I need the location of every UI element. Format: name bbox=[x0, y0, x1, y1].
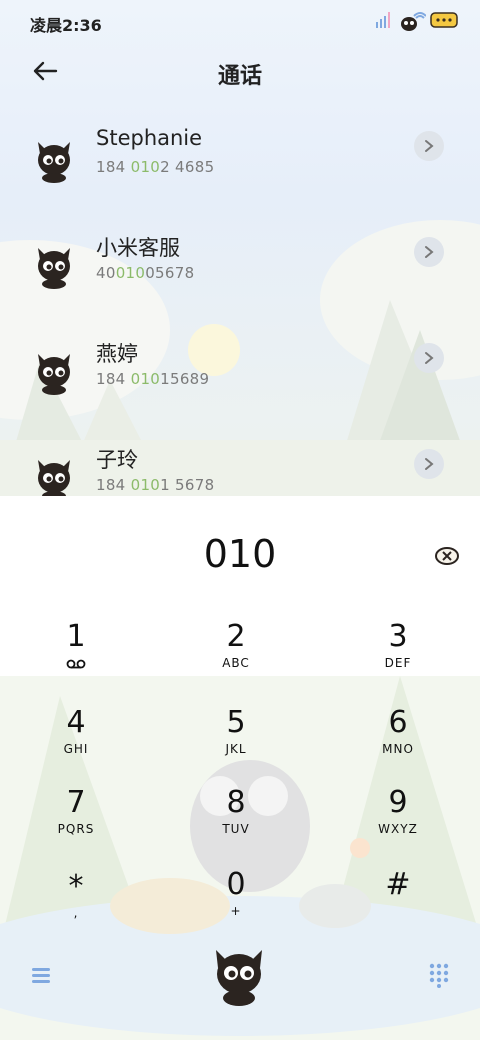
key-letters: MNO bbox=[382, 742, 414, 756]
contact-name: 子玲 bbox=[96, 448, 138, 472]
contact-detail-button[interactable] bbox=[414, 131, 444, 161]
contact-number: 184 0101 5678 bbox=[96, 476, 215, 494]
wifi-cat-icon bbox=[401, 12, 426, 31]
status-time: 凌晨2:36 bbox=[30, 16, 102, 35]
signal-icon bbox=[376, 12, 390, 28]
key-1[interactable]: 1 bbox=[16, 620, 136, 690]
contact-name: 小米客服 bbox=[96, 236, 180, 260]
key-letters: ABC bbox=[222, 656, 250, 670]
contact-detail-button[interactable] bbox=[414, 449, 444, 479]
key-digit: * bbox=[68, 869, 84, 904]
cat-avatar-icon bbox=[38, 248, 70, 289]
battery-icon bbox=[430, 12, 458, 28]
header: 通话 bbox=[0, 44, 480, 100]
key-8[interactable]: 8 TUV bbox=[176, 786, 296, 856]
key-letters: PQRS bbox=[57, 822, 95, 836]
menu-icon[interactable] bbox=[30, 964, 52, 986]
contact-name: 燕婷 bbox=[96, 342, 138, 366]
backspace-icon[interactable] bbox=[434, 546, 460, 566]
contact-detail-button[interactable] bbox=[414, 343, 444, 373]
key-3[interactable]: 3 DEF bbox=[338, 620, 458, 690]
contact-number: 184 0102 4685 bbox=[96, 158, 215, 176]
key-4[interactable]: 4 GHI bbox=[16, 706, 136, 776]
key-letters: TUV bbox=[222, 822, 250, 836]
key-star[interactable]: * , bbox=[16, 870, 136, 940]
chevron-right-icon bbox=[425, 140, 434, 152]
key-digit: 8 bbox=[226, 785, 246, 820]
key-letters: WXYZ bbox=[378, 822, 418, 836]
contact-name: Stephanie bbox=[96, 126, 203, 150]
dialpad-toggle-icon[interactable] bbox=[428, 962, 450, 988]
contact-number: 4001005678 bbox=[96, 264, 195, 282]
key-letters: JKL bbox=[225, 742, 247, 756]
key-digit: 0 bbox=[226, 867, 246, 902]
call-button-cat-icon[interactable] bbox=[208, 944, 270, 1008]
chevron-right-icon bbox=[425, 246, 434, 258]
key-digit: 1 bbox=[66, 619, 86, 654]
dialed-number-display: 010 bbox=[203, 532, 277, 576]
key-digit: 9 bbox=[388, 785, 408, 820]
cat-avatar-icon bbox=[38, 460, 70, 496]
key-hash[interactable]: # bbox=[338, 868, 458, 938]
key-letters: DEF bbox=[384, 656, 412, 670]
contact-item[interactable]: Stephanie 184 0102 4685 bbox=[0, 110, 480, 216]
contact-item[interactable]: 子玲 184 0101 5678 bbox=[0, 428, 480, 496]
contact-detail-button[interactable] bbox=[414, 237, 444, 267]
status-bar: 凌晨2:36 bbox=[0, 0, 480, 42]
page-title: 通话 bbox=[217, 64, 262, 89]
key-digit: 4 bbox=[66, 705, 86, 740]
key-0[interactable]: 0 + bbox=[176, 868, 296, 938]
key-digit: 6 bbox=[388, 705, 408, 740]
contact-item[interactable]: 小米客服 4001005678 bbox=[0, 216, 480, 322]
cat-avatar-icon bbox=[38, 142, 70, 183]
key-digit: 2 bbox=[226, 619, 246, 654]
chevron-right-icon bbox=[425, 352, 434, 364]
contact-number: 184 01015689 bbox=[96, 370, 210, 388]
contact-item[interactable]: 燕婷 184 01015689 bbox=[0, 322, 480, 428]
key-7[interactable]: 7 PQRS bbox=[16, 786, 136, 856]
key-letters: + bbox=[230, 904, 242, 918]
key-letters: GHI bbox=[63, 742, 89, 756]
key-2[interactable]: 2 ABC bbox=[176, 620, 296, 690]
chevron-right-icon bbox=[425, 458, 434, 470]
key-6[interactable]: 6 MNO bbox=[338, 706, 458, 776]
key-digit: 3 bbox=[388, 619, 408, 654]
key-5[interactable]: 5 JKL bbox=[176, 706, 296, 776]
cat-avatar-icon bbox=[38, 354, 70, 395]
key-digit: 7 bbox=[66, 785, 86, 820]
key-digit: 5 bbox=[226, 705, 246, 740]
key-letters: , bbox=[73, 906, 79, 920]
key-9[interactable]: 9 WXYZ bbox=[338, 786, 458, 856]
voicemail-icon bbox=[66, 659, 86, 669]
key-digit: # bbox=[385, 867, 411, 902]
